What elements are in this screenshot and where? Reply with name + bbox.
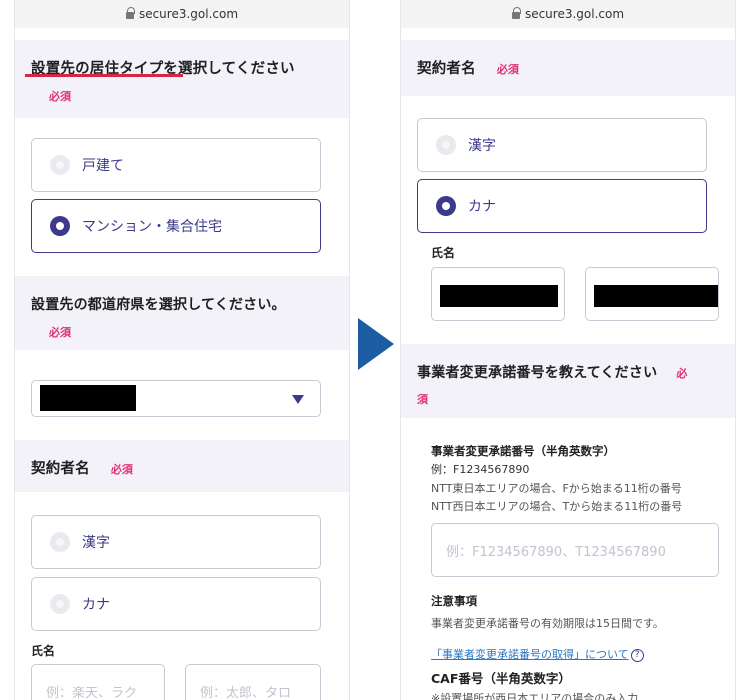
required-badge-wrap: 須 [417, 393, 428, 406]
option-label: 漢字 [468, 138, 496, 154]
radio-unselected-icon [50, 155, 70, 175]
contractor-name-title: 契約者名 [31, 461, 90, 477]
lock-icon [125, 6, 135, 20]
caution-text: 事業者変更承諾番号の有効期限は15日間です。 [431, 617, 664, 630]
left-phone-screen: secure3.gol.com 設置先の居住タイプを選択してください 必須 戸建… [14, 0, 350, 700]
approval-example: 例：F1234567890 [431, 463, 530, 476]
right-phone-screen: secure3.gol.com 契約者名 必須 漢字 カナ 氏名 事業者変更承諾… [400, 0, 736, 700]
last-name-input[interactable] [431, 267, 565, 321]
approval-note-east: NTT東日本エリアの場合、Fから始まる11桁の番号 [431, 482, 682, 495]
option-label: カナ [468, 199, 496, 215]
prefecture-select[interactable] [31, 380, 321, 417]
residence-option-apartment[interactable]: マンション・集合住宅 [31, 199, 321, 253]
name-type-kana[interactable]: カナ [31, 577, 321, 631]
name-label: 氏名 [431, 246, 456, 260]
radio-unselected-icon [50, 532, 70, 552]
approval-note-west: NTT西日本エリアの場合、Tから始まる11桁の番号 [431, 500, 683, 513]
approval-field-label: 事業者変更承諾番号（半角英数字） [431, 444, 615, 458]
last-name-input[interactable]: 例：楽天、ラク [31, 664, 165, 700]
name-type-kanji[interactable]: 漢字 [31, 515, 321, 569]
url-text: secure3.gol.com [138, 7, 239, 21]
lock-icon [511, 6, 521, 20]
comparison-page: secure3.gol.com 設置先の居住タイプを選択してください 必須 戸建… [0, 0, 750, 700]
residence-option-house[interactable]: 戸建て [31, 138, 321, 192]
residence-type-header: 設置先の居住タイプを選択してください 必須 [15, 40, 349, 118]
name-type-kanji[interactable]: 漢字 [417, 118, 707, 172]
url-bar[interactable]: secure3.gol.com [15, 0, 349, 28]
next-arrow-icon [358, 318, 394, 370]
caf-label: CAF番号（半角英数字） [431, 671, 571, 686]
name-type-kana[interactable]: カナ [417, 179, 707, 233]
contractor-name-header: 契約者名 必須 [401, 40, 735, 96]
first-name-input[interactable] [585, 267, 719, 321]
caution-heading: 注意事項 [431, 594, 477, 608]
caret-down-icon [292, 395, 304, 404]
required-badge: 必須 [49, 326, 71, 339]
option-label: 戸建て [82, 158, 124, 174]
prefecture-title: 設置先の都道府県を選択してください。 [31, 297, 286, 313]
redacted-value [594, 285, 718, 307]
required-badge: 必 [676, 367, 688, 380]
contractor-name-title: 契約者名 [417, 61, 476, 77]
approval-number-title: 事業者変更承諾番号を教えてください [417, 365, 658, 381]
option-label: マンション・集合住宅 [82, 219, 222, 235]
approval-number-header: 事業者変更承諾番号を教えてください 必 須 [401, 344, 735, 418]
prefecture-header: 設置先の都道府県を選択してください。 必須 [15, 276, 349, 350]
approval-info-link[interactable]: 「事業者変更承諾番号の取得」について? [431, 646, 644, 662]
caf-note: ※設置場所が西日本エリアの場合のみ入力 [431, 692, 639, 700]
help-icon: ? [630, 648, 644, 662]
radio-unselected-icon [436, 135, 456, 155]
radio-unselected-icon [50, 594, 70, 614]
radio-selected-icon [436, 196, 456, 216]
name-label: 氏名 [31, 644, 56, 658]
contractor-name-header: 契約者名 必須 [15, 440, 349, 492]
url-bar[interactable]: secure3.gol.com [401, 0, 735, 28]
option-label: 漢字 [82, 535, 110, 551]
approval-info-link-text: 「事業者変更承諾番号の取得」について [431, 648, 629, 661]
required-badge: 必須 [496, 63, 519, 76]
radio-selected-icon [50, 216, 70, 236]
redacted-value [40, 385, 136, 411]
highlight-underline [25, 74, 183, 77]
redacted-value [440, 285, 558, 307]
approval-number-input[interactable]: 例：F1234567890、T1234567890 [431, 523, 719, 577]
first-name-input[interactable]: 例：太郎、タロ [185, 664, 321, 700]
option-label: カナ [82, 597, 110, 613]
url-text: secure3.gol.com [524, 7, 625, 21]
required-badge: 必須 [49, 90, 71, 103]
required-badge: 必須 [110, 463, 133, 476]
